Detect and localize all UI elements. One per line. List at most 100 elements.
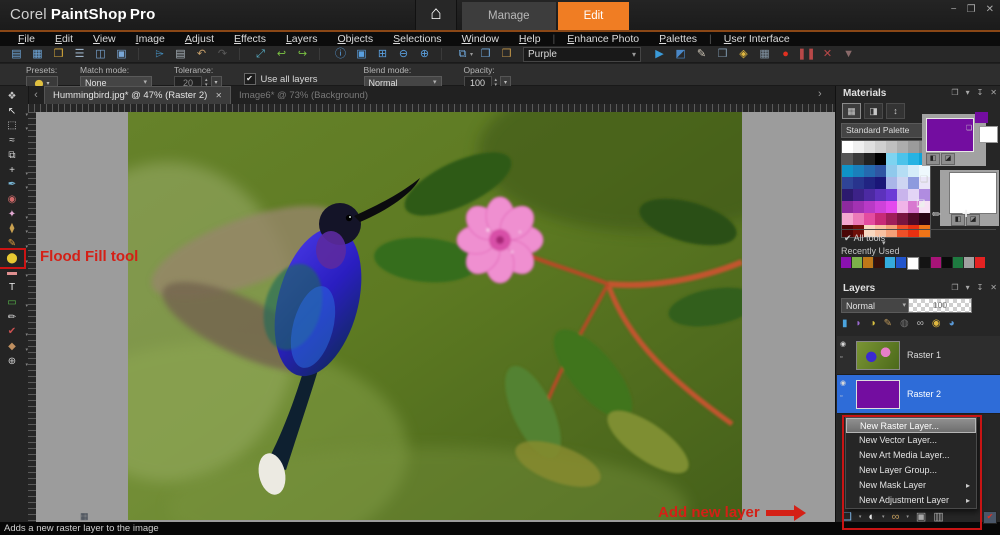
recent-color-4[interactable] [874,257,884,268]
swatch-r2c3[interactable] [864,153,875,165]
cancel-script-icon[interactable]: ✕ [817,46,838,62]
new-mask-layer-button[interactable]: ◐ [868,511,875,523]
pan-tool[interactable]: ❖ [2,90,22,103]
info-icon[interactable]: ⓘ [330,46,351,62]
pause-script-icon[interactable]: ❚❚ [796,46,817,62]
menu-image[interactable]: Image [126,33,175,45]
organizer-toggle-icon[interactable]: ▦ [80,511,89,522]
recent-color-5[interactable] [885,257,895,268]
foreground-property-swatch[interactable] [975,112,988,123]
swatch-r7c8[interactable] [919,213,930,225]
foreground-style-button[interactable]: ◧ [926,153,940,165]
use-all-layers-checkbox[interactable]: ✔ [243,73,256,85]
swatch-r2c4[interactable] [875,153,886,165]
menu-item-new-art-media-layer[interactable]: New Art Media Layer... [846,448,976,463]
swatch-r1c7[interactable] [908,141,919,153]
edit-color-icon[interactable]: ✏ [932,208,941,221]
crop-tool[interactable]: ⧉ [2,149,22,162]
swatch-r8c8[interactable] [919,225,930,237]
copy-special-icon-dropdown[interactable]: ▾ [470,51,473,58]
swatch-r8c6[interactable] [897,225,908,237]
panel-close-icon[interactable]: ✕ [990,88,997,97]
swatch-r7c6[interactable] [897,213,908,225]
record-script-icon[interactable]: ● [775,46,796,62]
menu-objects[interactable]: Objects [327,33,383,45]
swatch-r6c3[interactable] [864,201,875,213]
swatch-r7c7[interactable] [908,213,919,225]
swatch-r4c5[interactable] [886,177,897,189]
swatch-r3c6[interactable] [897,165,908,177]
layer-row-raster-1[interactable]: ◉ ▫ Raster 1 [837,336,1000,375]
minimize-button[interactable]: − [951,4,957,15]
swap-materials-icon[interactable]: ❏ [920,174,928,185]
swatch-r1c6[interactable] [897,141,908,153]
swatch-r4c3[interactable] [864,177,875,189]
recent-color-2[interactable] [852,257,862,268]
mode-tab-manage[interactable]: Manage [462,2,556,30]
undo-history-icon[interactable]: ↩ [271,46,292,62]
swatch-r7c5[interactable] [886,213,897,225]
mode-tab-edit[interactable]: Edit [557,2,630,30]
new-layer-button-dropdown[interactable]: ▾ [859,514,862,520]
recent-color-9[interactable] [931,257,941,268]
swatch-r3c1[interactable] [842,165,853,177]
layer-opacity-slider[interactable]: 100 [908,298,972,313]
swatches-view-tab[interactable]: ↕ [886,103,905,119]
lock-transparency-icon[interactable]: ◉ [932,318,941,329]
swatch-r2c7[interactable] [908,153,919,165]
canvas-image[interactable] [28,72,818,535]
freehand-selection-tool[interactable]: ≈ [2,134,22,147]
swatch-r1c1[interactable] [842,141,853,153]
menu-layers[interactable]: Layers [276,33,328,45]
swatch-r4c7[interactable] [908,177,919,189]
zoom-in-icon[interactable]: ⊕ [414,46,435,62]
menu-item-new-mask-layer[interactable]: New Mask Layer ▸ [846,478,976,493]
swatch-r6c6[interactable] [897,201,908,213]
document-tab-inactive[interactable]: Image6* @ 73% (Background) [231,87,376,104]
mask-overlay-icon[interactable]: ◗ [856,318,862,329]
foreground-texture-button[interactable]: ◪ [941,153,955,165]
background-property-swatch[interactable] [979,126,998,143]
text-tool[interactable]: T [2,281,22,294]
swatch-r6c5[interactable] [886,201,897,213]
swatch-r6c2[interactable] [853,201,864,213]
swatch-r4c4[interactable] [875,177,886,189]
edit-selection-icon[interactable]: ▮ [842,318,848,329]
adjustment-icon[interactable]: ◑ [870,318,876,329]
visibility-toggle-button[interactable]: ∞ [892,511,900,523]
delete-layer-button[interactable]: ▥ [933,510,943,523]
close-button[interactable]: ✕ [986,4,994,15]
rainbow-view-tab[interactable]: ◨ [864,103,883,119]
swatch-r7c3[interactable] [864,213,875,225]
visibility-eye-icon[interactable]: ◉ [840,379,846,387]
airbrush-tool[interactable]: ◆ ▾ [2,340,28,353]
menu-adjust[interactable]: Adjust [175,33,224,45]
edit-script-icon[interactable]: ✎ [691,46,712,62]
link-layers-icon[interactable]: ∞ [917,318,924,329]
redo-icon[interactable]: ↷ [212,46,233,62]
flood-fill-tool[interactable]: ⬤ ▾ [0,247,28,269]
panel-menu-icon[interactable]: ▾ [966,88,970,97]
paint-brush-tool[interactable]: ✎ ▾ [2,237,28,250]
home-button[interactable]: ⌂ [415,0,457,30]
swatch-r5c1[interactable] [842,189,853,201]
recent-color-10[interactable] [942,257,952,268]
menu-view[interactable]: View [83,33,126,45]
recent-color-12[interactable] [964,257,974,268]
makeover-tool[interactable]: ✦ ▾ [2,208,28,221]
layer-thumbnail[interactable] [856,380,900,409]
restore-button[interactable]: ❐ [967,4,976,15]
recent-color-7[interactable] [907,257,919,270]
menu-effects[interactable]: Effects [224,33,276,45]
swatch-r3c2[interactable] [853,165,864,177]
tab-close-icon[interactable]: ✕ [215,87,222,104]
swatch-r4c2[interactable] [853,177,864,189]
recent-color-6[interactable] [896,257,906,268]
menu-user-interface[interactable]: User Interface [714,33,800,45]
visibility-toggle-button-dropdown[interactable]: ▾ [906,514,909,520]
eraser-tool[interactable]: ▬ ▾ [2,266,28,279]
new-layer-button[interactable]: ❏ [842,510,852,523]
browse-icon[interactable]: ▦ [27,46,48,62]
black-white-reset-icon[interactable]: ◪ [916,198,925,209]
menu-selections[interactable]: Selections [383,33,451,45]
